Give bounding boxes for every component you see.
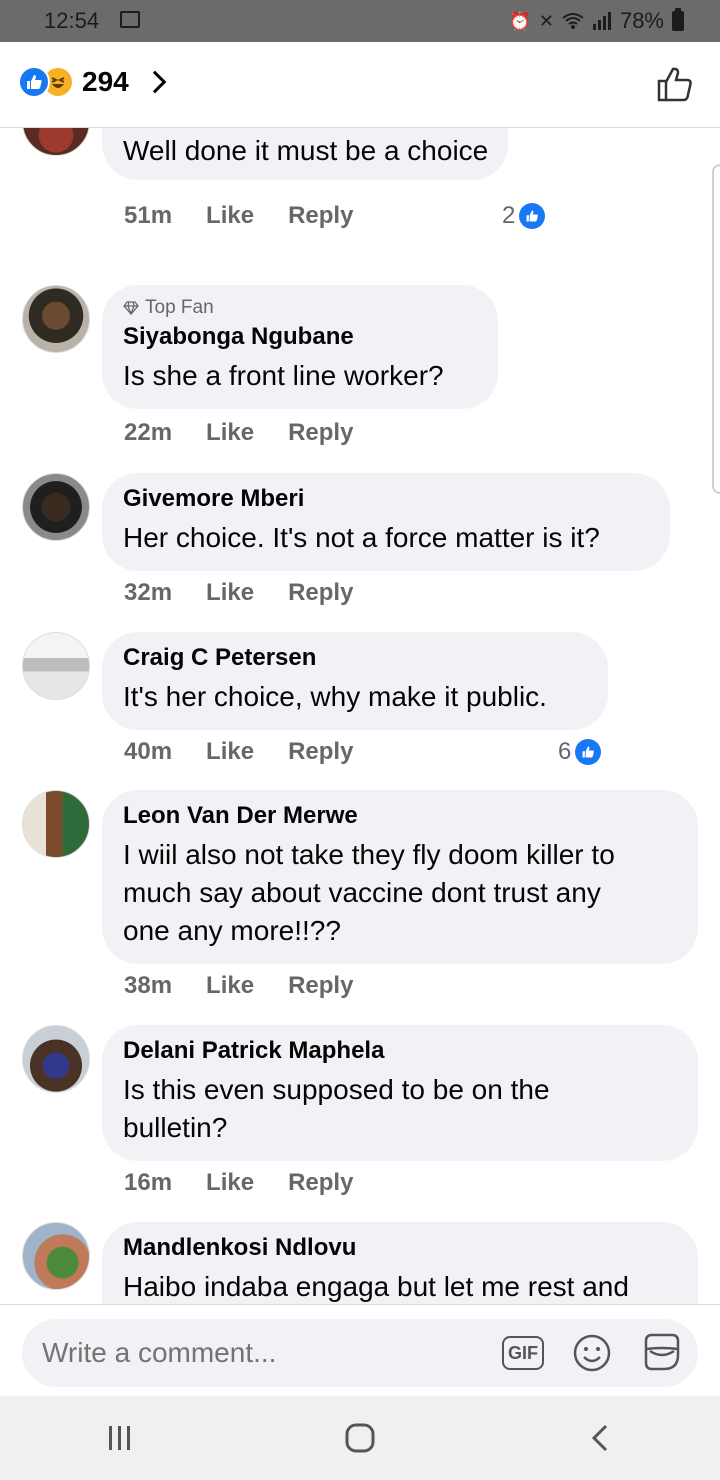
like-link[interactable]: Like <box>206 579 254 607</box>
like-icon[interactable] <box>656 64 694 104</box>
reply-link[interactable]: Reply <box>288 202 353 230</box>
status-icons: ⏰ ✕ 78% <box>508 8 684 34</box>
comment-composer: GIF <box>22 1319 698 1387</box>
comment-time: 51m <box>124 202 173 229</box>
comment-text-line: bulletin? <box>123 1112 228 1143</box>
top-fan-label: Top Fan <box>145 297 214 318</box>
like-link[interactable]: Like <box>206 1169 254 1197</box>
avatar[interactable] <box>22 128 90 156</box>
comment-text-line: much say about vaccine dont trust any <box>123 877 601 908</box>
comment-bubble: Top Fan Siyabonga Ngubane Is she a front… <box>102 285 498 409</box>
gif-button[interactable]: GIF <box>502 1336 544 1370</box>
diamond-icon <box>123 301 139 315</box>
comment-text: It's her choice, why make it public. <box>123 681 547 712</box>
emoji-icon[interactable] <box>572 1333 612 1373</box>
comment-time: 22m <box>124 419 173 446</box>
back-icon <box>591 1424 608 1452</box>
scrollbar[interactable] <box>712 164 720 494</box>
comment-meta: 32m Like Reply <box>124 579 353 607</box>
composer-bar: GIF <box>0 1304 720 1404</box>
comment-time: 40m <box>124 738 173 765</box>
reply-link[interactable]: Reply <box>288 579 353 607</box>
chevron-right-icon <box>143 70 167 94</box>
like-reaction-icon <box>519 203 546 229</box>
comment-bubble: Craig C Petersen It's her choice, why ma… <box>102 632 608 730</box>
comment-text-line: I wiil also not take they fly doom kille… <box>123 839 615 870</box>
back-button[interactable] <box>570 1408 630 1468</box>
like-link[interactable]: Like <box>206 972 254 1000</box>
avatar[interactable] <box>22 473 90 541</box>
comment-text: Well done it must be a choice <box>123 135 489 166</box>
like-link[interactable]: Like <box>206 419 254 447</box>
reply-link[interactable]: Reply <box>288 972 353 1000</box>
comment-text: Her choice. It's not a force matter is i… <box>123 522 600 553</box>
comment-text: Is this even supposed to be on the bulle… <box>123 1071 678 1147</box>
avatar[interactable] <box>22 790 90 858</box>
like-count-number: 6 <box>558 738 572 765</box>
comment-bubble: Givemore Mberi Her choice. It's not a fo… <box>102 473 670 571</box>
comment-list: Well done it must be a choice 51m Like R… <box>0 128 720 1308</box>
avatar[interactable] <box>22 1025 90 1093</box>
comment-author[interactable]: Craig C Petersen <box>123 644 588 672</box>
battery-percent: 78% <box>619 8 664 33</box>
comments-sheet: 294 Well done it must be a choice 51m Li… <box>0 42 720 1480</box>
reactions-summary[interactable]: 294 <box>18 66 167 98</box>
avatar[interactable] <box>22 632 90 700</box>
comment-meta: 51m Like Reply <box>124 202 353 230</box>
comment-text: Is she a front line worker? <box>123 360 444 391</box>
comment-meta: 40m Like Reply <box>124 738 353 766</box>
system-nav-bar <box>0 1396 720 1480</box>
reply-link[interactable]: Reply <box>288 419 353 447</box>
gallery-icon <box>120 11 140 28</box>
comment-author[interactable]: Givemore Mberi <box>123 485 650 513</box>
like-link[interactable]: Like <box>206 202 254 230</box>
recent-apps-icon <box>109 1426 130 1450</box>
comment-meta: 38m Like Reply <box>124 972 353 1000</box>
like-reaction-icon <box>18 66 50 98</box>
reply-link[interactable]: Reply <box>288 738 353 766</box>
top-fan-badge: Top Fan <box>123 297 478 319</box>
comment-bubble: Delani Patrick Maphela Is this even supp… <box>102 1025 698 1161</box>
comment-like-count[interactable]: 2 <box>502 202 546 230</box>
status-bar: 12:54 ⏰ ✕ 78% <box>0 0 720 42</box>
sticker-icon[interactable] <box>640 1331 684 1375</box>
home-button[interactable] <box>330 1408 390 1468</box>
comment-bubble: Well done it must be a choice <box>102 128 509 180</box>
like-link[interactable]: Like <box>206 738 254 766</box>
battery-icon <box>672 8 684 31</box>
comment-time: 16m <box>124 1169 173 1196</box>
mute-icon: ✕ <box>538 11 554 31</box>
avatar[interactable] <box>22 285 90 353</box>
like-count-number: 2 <box>502 202 516 229</box>
comment-time: 38m <box>124 972 173 999</box>
comment-text-line: Haibo indaba engaga but let me rest and <box>123 1271 629 1302</box>
comment-meta: 22m Like Reply <box>124 419 353 447</box>
home-icon <box>345 1423 375 1453</box>
comment-bubble: Leon Van Der Merwe I wiil also not take … <box>102 790 698 964</box>
comment-bubble: Mandlenkosi Ndlovu Haibo indaba engaga b… <box>102 1222 698 1308</box>
status-time: 12:54 <box>44 8 100 33</box>
wifi-icon <box>562 13 584 29</box>
comment-author[interactable]: Mandlenkosi Ndlovu <box>123 1234 678 1262</box>
reaction-count: 294 <box>82 66 129 97</box>
comment-author[interactable]: Leon Van Der Merwe <box>123 802 678 830</box>
comment-text-line: Is this even supposed to be on the <box>123 1074 550 1105</box>
comment-time: 32m <box>124 579 173 606</box>
alarm-icon: ⏰ <box>508 11 531 31</box>
comment-text: Haibo indaba engaga but let me rest and … <box>123 1268 678 1308</box>
comment-text: I wiil also not take they fly doom kille… <box>123 836 678 950</box>
comment-meta: 16m Like Reply <box>124 1169 353 1197</box>
recent-apps-button[interactable] <box>90 1408 150 1468</box>
like-reaction-icon <box>575 739 602 765</box>
comment-author[interactable]: Siyabonga Ngubane <box>123 323 478 351</box>
comment-author[interactable]: Delani Patrick Maphela <box>123 1037 678 1065</box>
comment-input[interactable] <box>42 1335 482 1371</box>
signal-icon <box>592 12 611 30</box>
reply-link[interactable]: Reply <box>288 1169 353 1197</box>
comment-text-line: one any more!!?? <box>123 915 341 946</box>
avatar[interactable] <box>22 1222 90 1290</box>
comment-like-count[interactable]: 6 <box>558 738 602 766</box>
sheet-header: 294 <box>0 42 720 128</box>
